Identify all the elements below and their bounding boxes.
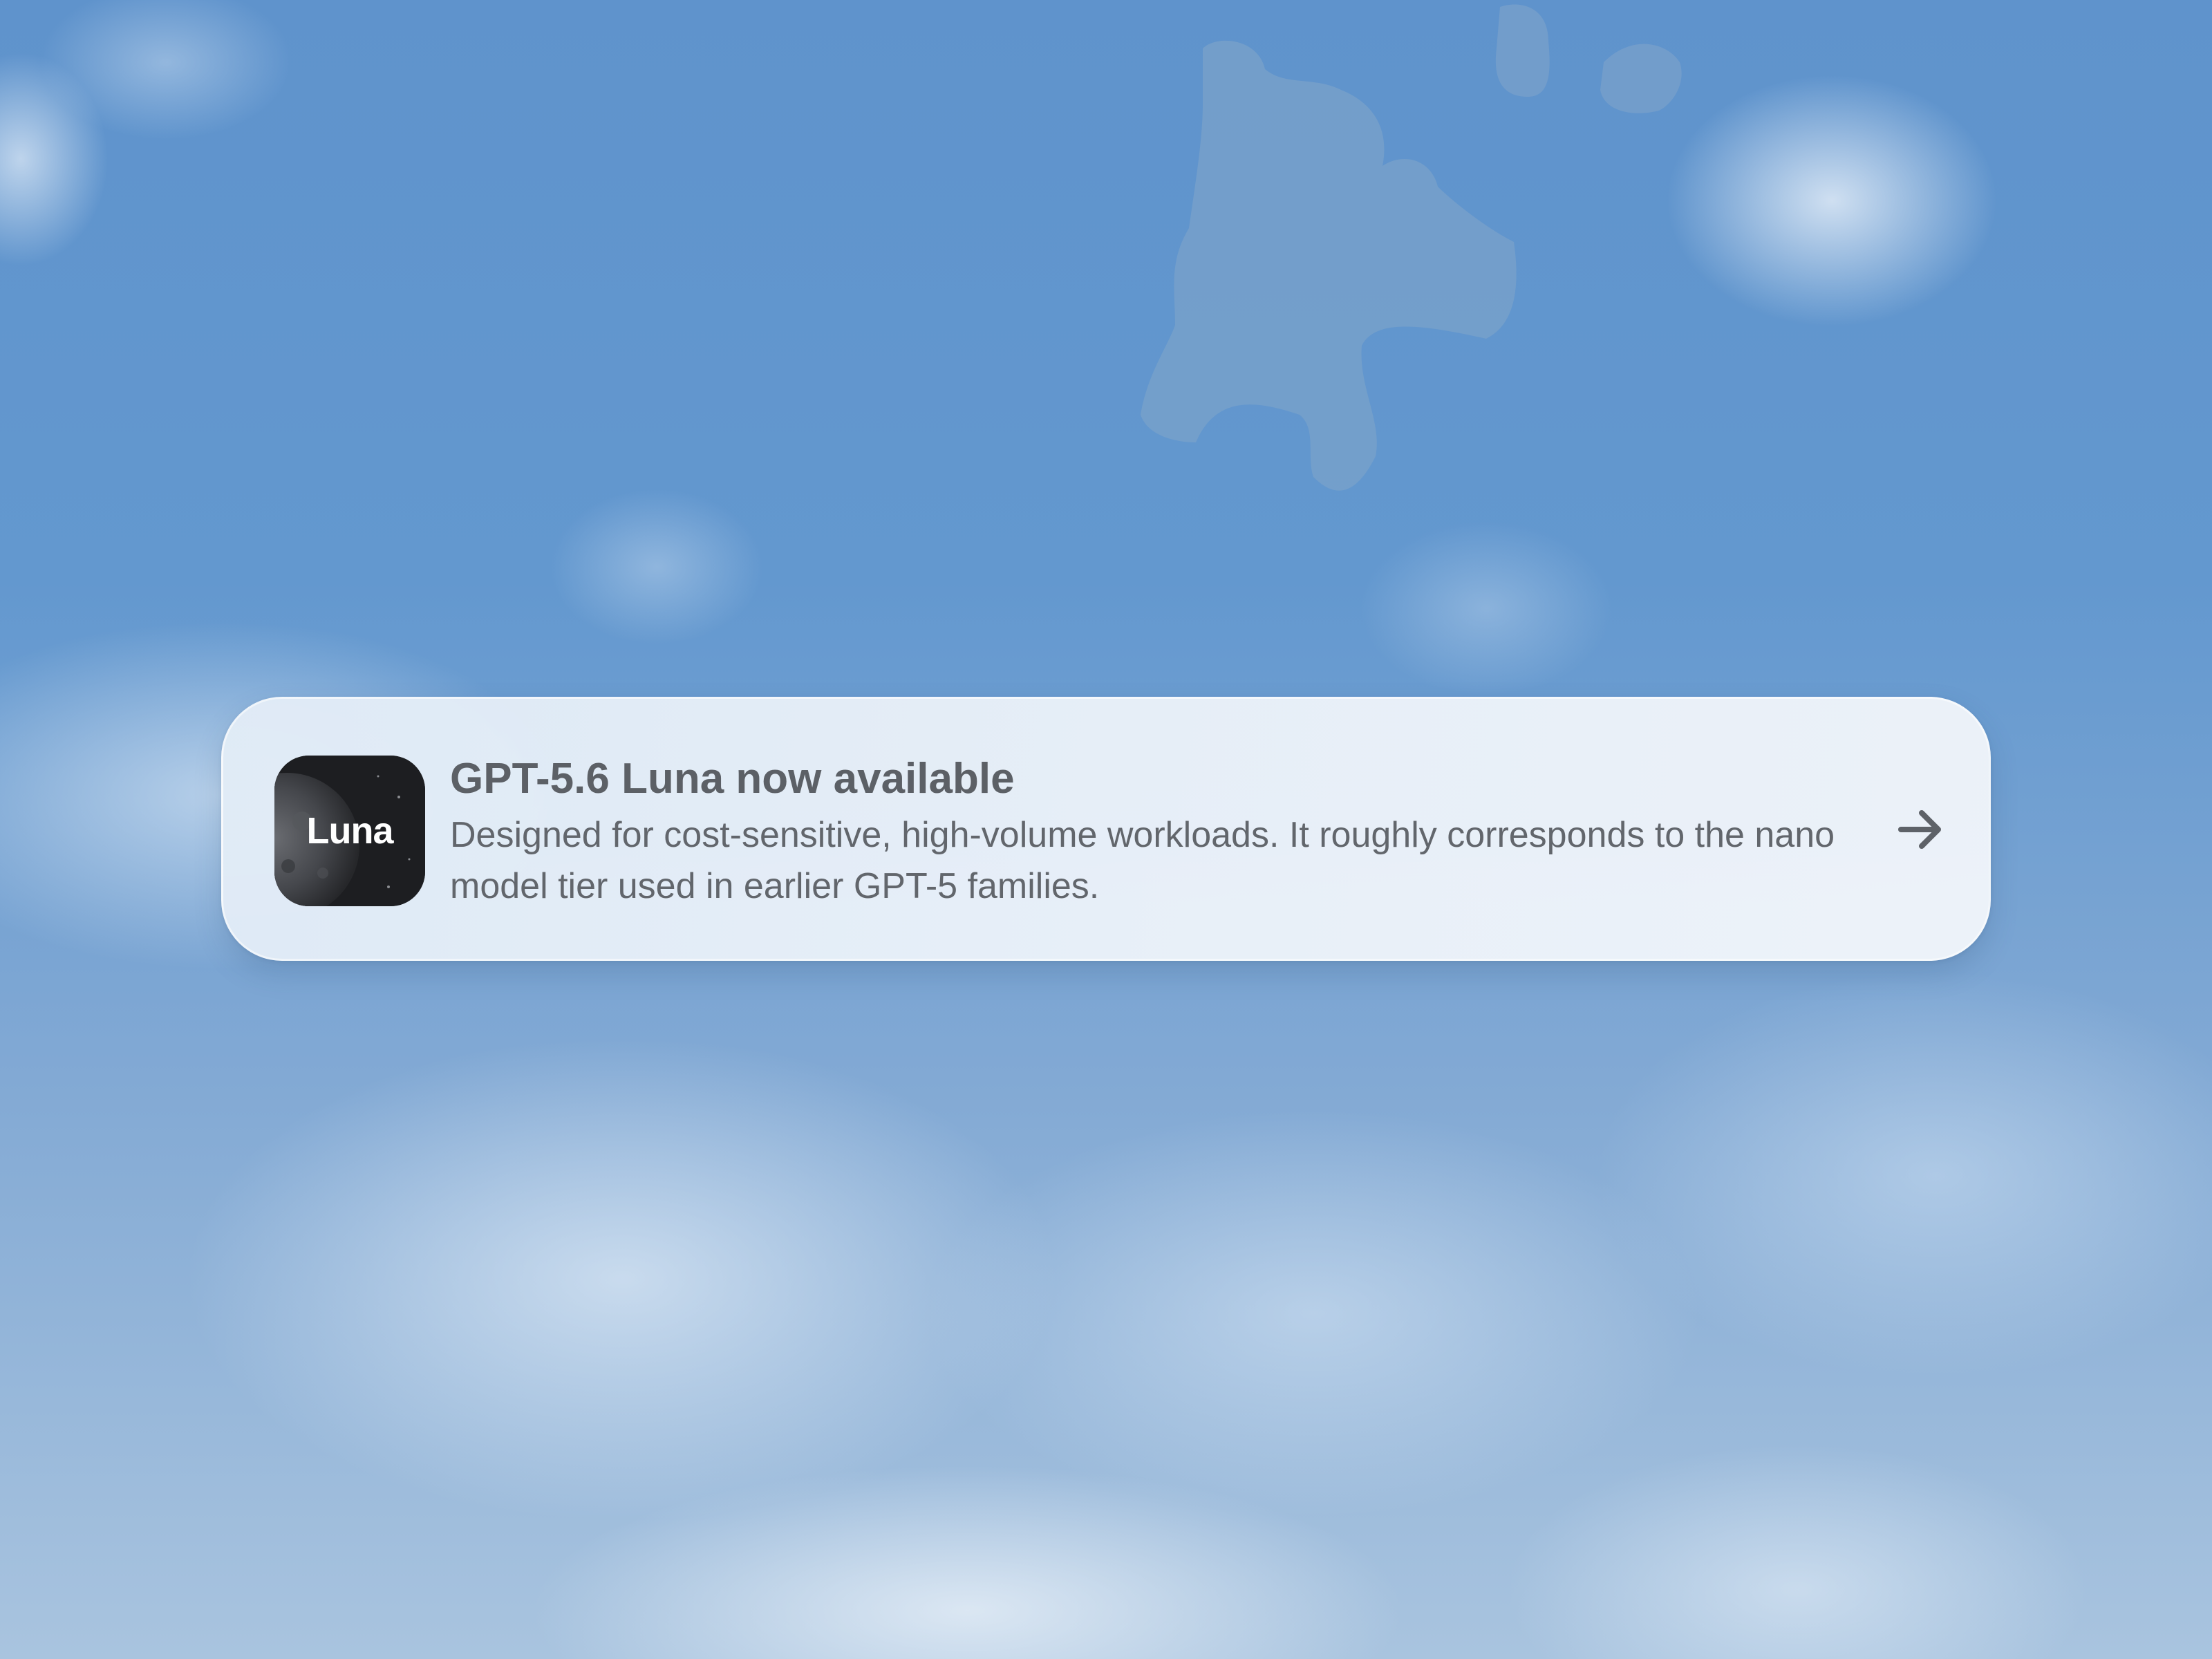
luna-app-icon: Luna: [274, 756, 425, 906]
app-icon-label: Luna: [306, 810, 394, 852]
arrow-right-icon[interactable]: [1886, 796, 1952, 863]
notification-body: Designed for cost-sensitive, high-volume…: [450, 815, 1835, 906]
notification-banner[interactable]: Luna GPT-5.6 Luna now available Designed…: [221, 697, 1991, 961]
notification-title: GPT-5.6 Luna now available: [450, 755, 1015, 803]
